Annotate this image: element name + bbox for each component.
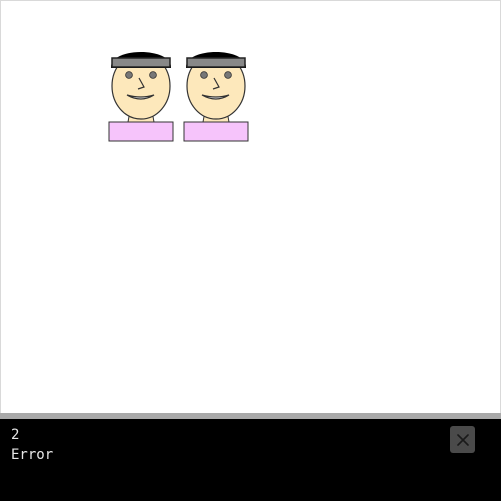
character-sprite[interactable] [183,41,249,143]
console-line: 2 [11,427,20,443]
close-console-button[interactable] [450,426,475,453]
console-output: 2 Error [0,419,501,501]
console-line: Error [11,447,54,463]
app-window: 2 Error [0,0,503,501]
character-sprite[interactable] [108,41,174,143]
close-icon [456,433,469,446]
stage-canvas[interactable] [0,0,501,413]
